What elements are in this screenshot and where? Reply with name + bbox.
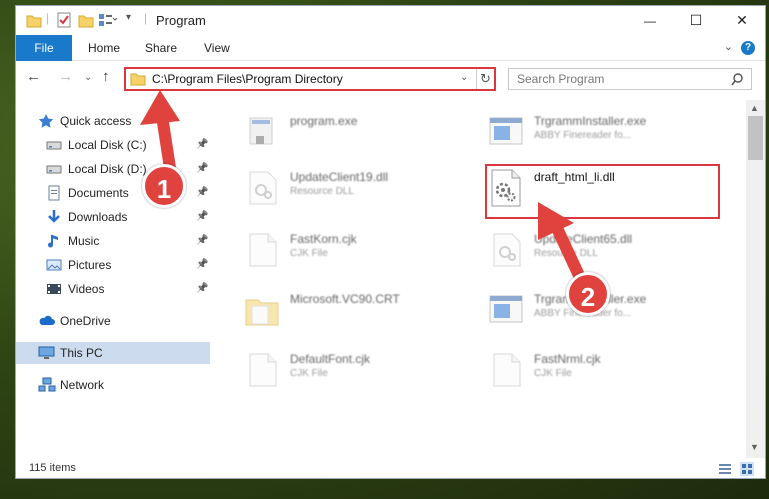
arrow-1-head (140, 90, 180, 125)
annotation-arrows (140, 90, 588, 288)
step-2-badge: 2 (566, 272, 610, 316)
step-1-badge: 1 (142, 164, 186, 208)
arrow-1-shaft (156, 110, 176, 174)
